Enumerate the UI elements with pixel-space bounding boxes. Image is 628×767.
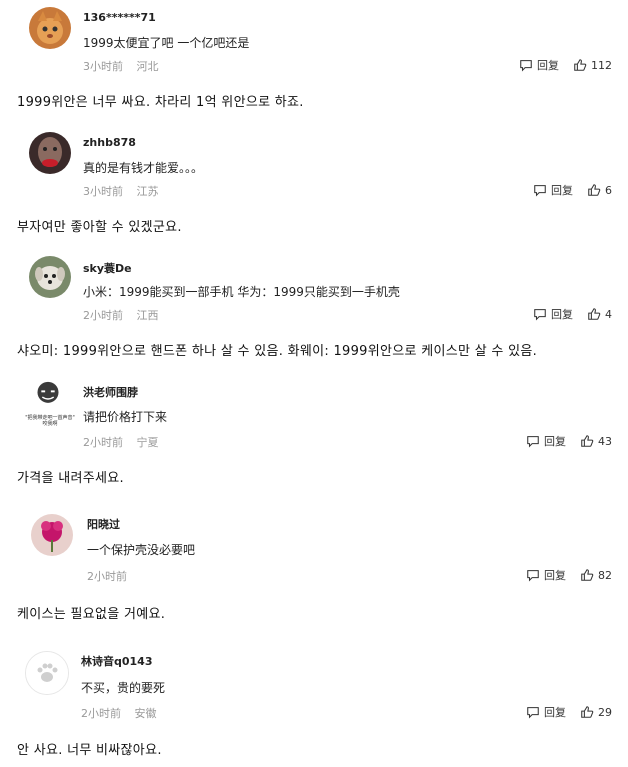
paw-avatar-icon[interactable] xyxy=(25,651,69,695)
reply-label: 回复 xyxy=(544,569,566,582)
like-button[interactable]: 112 xyxy=(573,58,612,72)
thumbs-up-icon xyxy=(588,184,601,196)
thumbs-up-icon xyxy=(581,706,594,718)
like-button[interactable]: 29 xyxy=(580,705,612,719)
translation-text: 케이스는 필요없을 거예요. xyxy=(17,607,166,622)
comment-actions: 回复 82 xyxy=(512,567,612,583)
comment-text: 一个保护壳没必要吧 xyxy=(87,543,196,557)
comment-icon xyxy=(527,707,539,719)
translation-text: 샤오미: 1999위안으로 핸드폰 하나 살 수 있음. 화웨이: 1999위안… xyxy=(17,344,538,359)
translation-text: 1999위안은 너무 싸요. 차라리 1억 위안으로 하죠. xyxy=(17,95,304,110)
comment-icon xyxy=(527,570,539,582)
comment-time: 2小时前 xyxy=(83,436,123,449)
like-button[interactable]: 82 xyxy=(580,568,612,582)
like-count: 82 xyxy=(598,568,612,582)
comment-time: 2小时前 xyxy=(83,309,123,322)
comment-location: 江苏 xyxy=(136,185,159,198)
reply-button[interactable]: 回复 xyxy=(526,704,566,720)
comment-meta: 3小时前 江苏 xyxy=(83,183,169,199)
reply-button[interactable]: 回复 xyxy=(519,57,559,73)
reply-label: 回复 xyxy=(544,435,566,448)
cat-avatar-icon[interactable] xyxy=(29,7,71,49)
username[interactable]: zhhb878 xyxy=(83,136,136,149)
reply-button[interactable]: 回复 xyxy=(533,306,573,322)
portrait-avatar-icon[interactable] xyxy=(29,132,71,174)
comment-meta: 3小时前 河北 xyxy=(83,58,169,74)
comment-text: 1999太便宜了吧 一个亿吧还是 xyxy=(83,36,250,50)
comment-time: 2小时前 xyxy=(81,707,121,720)
flower-avatar-icon[interactable] xyxy=(31,514,73,556)
comment-icon xyxy=(534,185,546,197)
comment-actions: 回复 4 xyxy=(519,306,612,322)
reply-label: 回复 xyxy=(544,706,566,719)
meme-caption: "把我带走吧一首声音" 咬我啊 xyxy=(25,415,75,427)
comment-text: 不买，贵的要死 xyxy=(81,681,166,695)
username[interactable]: 阳晓过 xyxy=(87,516,120,532)
reply-button[interactable]: 回复 xyxy=(526,567,566,583)
dog-avatar-icon[interactable] xyxy=(29,256,71,298)
username[interactable]: 林诗音q0143 xyxy=(81,653,153,669)
comment-time: 2小时前 xyxy=(87,570,127,583)
comment-meta: 2小时前 江西 xyxy=(83,307,169,323)
comment-icon xyxy=(527,436,539,448)
reply-label: 回复 xyxy=(537,59,559,72)
comment-meta: 2小时前 宁夏 xyxy=(83,434,169,450)
comment-actions: 回复 29 xyxy=(512,704,612,720)
comment-meta: 2小时前 安徽 xyxy=(81,705,167,721)
comment-location: 河北 xyxy=(136,60,159,73)
comment-text: 小米：1999能买到一部手机 华为：1999只能买到一手机壳 xyxy=(83,285,400,299)
translation-text: 가격을 내려주세요. xyxy=(17,471,124,486)
comment-icon xyxy=(534,309,546,321)
comment-time: 3小时前 xyxy=(83,185,123,198)
comment-icon xyxy=(520,60,532,72)
comment-location: 宁夏 xyxy=(136,436,159,449)
username[interactable]: sky蓑De xyxy=(83,260,132,276)
thumbs-up-icon xyxy=(588,308,601,320)
like-count: 4 xyxy=(605,307,612,321)
reply-button[interactable]: 回复 xyxy=(533,182,573,198)
thumbs-up-icon xyxy=(581,435,594,447)
username[interactable]: 洪老师围脖 xyxy=(83,384,138,400)
comment-text: 请把价格打下来 xyxy=(83,410,168,424)
like-button[interactable]: 4 xyxy=(587,307,612,321)
thumbs-up-icon xyxy=(581,569,594,581)
reply-label: 回复 xyxy=(551,308,573,321)
comment-location: 安徽 xyxy=(134,707,157,720)
comment-time: 3小时前 xyxy=(83,60,123,73)
comment-actions: 回复 43 xyxy=(512,433,612,449)
like-count: 43 xyxy=(598,434,612,448)
translation-text: 안 사요. 너무 비싸잖아요. xyxy=(17,743,162,758)
like-count: 112 xyxy=(591,58,612,72)
translation-text: 부자여만 좋아할 수 있겠군요. xyxy=(17,220,182,235)
comment-location: 江西 xyxy=(136,309,159,322)
comment-text: 真的是有钱才能爱。。。 xyxy=(83,161,204,175)
like-button[interactable]: 6 xyxy=(587,183,612,197)
like-count: 6 xyxy=(605,183,612,197)
comment-actions: 回复 6 xyxy=(519,182,612,198)
username[interactable]: 136******71 xyxy=(83,11,156,24)
comment-actions: 回复 112 xyxy=(505,57,612,73)
like-count: 29 xyxy=(598,705,612,719)
reply-button[interactable]: 回复 xyxy=(526,433,566,449)
like-button[interactable]: 43 xyxy=(580,434,612,448)
reply-label: 回复 xyxy=(551,184,573,197)
comment-meta: 2小时前 xyxy=(87,568,147,584)
thumbs-up-icon xyxy=(574,59,587,71)
